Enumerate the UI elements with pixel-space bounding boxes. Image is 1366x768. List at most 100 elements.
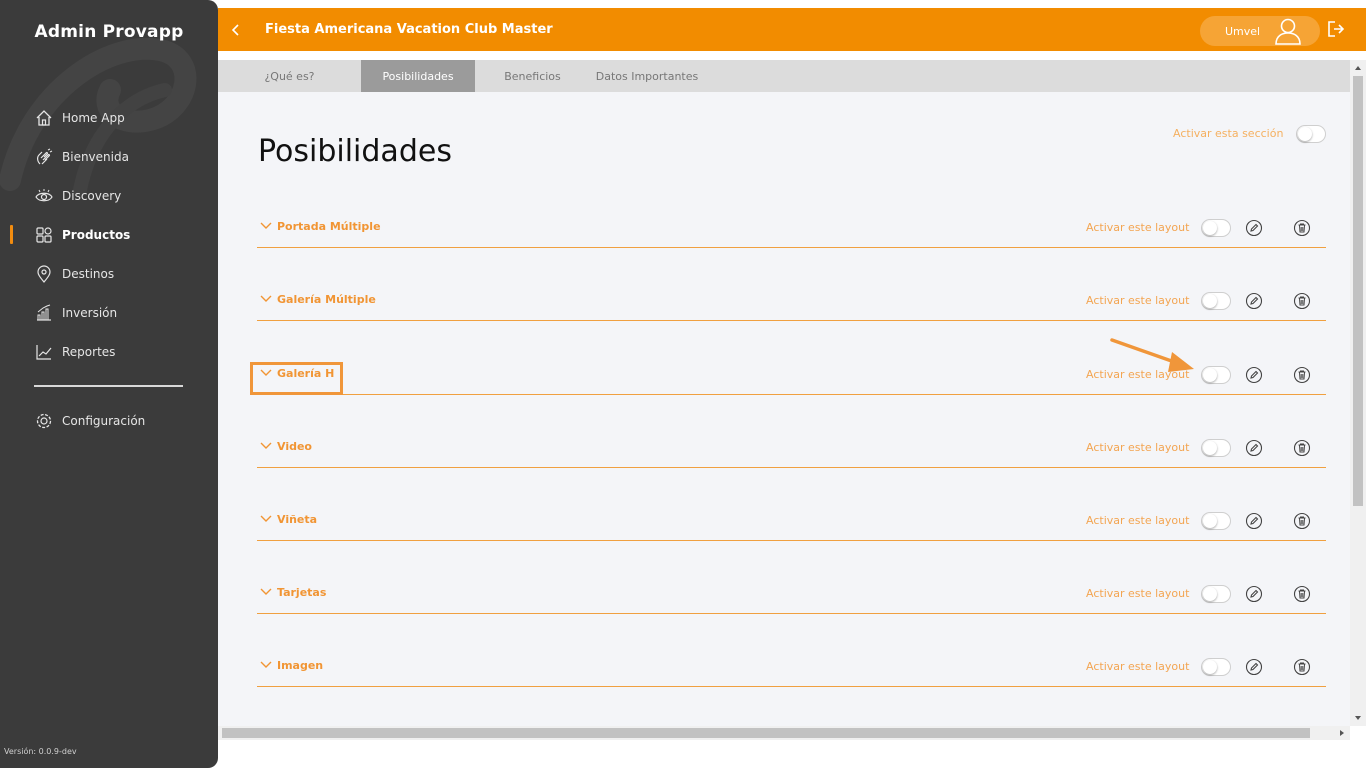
horizontal-scroll-thumb[interactable] xyxy=(222,728,1310,738)
layout-toggle-label: Activar este layout xyxy=(1086,660,1190,673)
location-pin-icon xyxy=(34,264,54,284)
layout-name[interactable]: Viñeta xyxy=(277,513,317,526)
layout-toggle-label: Activar este layout xyxy=(1086,294,1190,307)
layout-toggle[interactable] xyxy=(1201,585,1231,603)
edit-pencil-icon[interactable] xyxy=(1245,366,1263,384)
sidebar-divider xyxy=(34,385,183,387)
tab-que-es[interactable]: ¿Qué es? xyxy=(218,60,361,92)
bottom-area xyxy=(218,740,1366,768)
layout-toggle[interactable] xyxy=(1201,292,1231,310)
trash-icon[interactable] xyxy=(1293,366,1311,384)
chevron-down-icon[interactable] xyxy=(260,588,272,596)
tab-bar: ¿Qué es? Posibilidades Beneficios Datos … xyxy=(218,60,1350,92)
bar-chart-icon xyxy=(34,303,54,323)
sidebar-item-bienvenida[interactable]: Bienvenida xyxy=(0,137,218,176)
sidebar-nav: Home App Bienvenida Discovery Productos … xyxy=(0,98,218,440)
trash-icon[interactable] xyxy=(1293,658,1311,676)
sidebar-item-label: Productos xyxy=(62,227,131,242)
sidebar-item-home-app[interactable]: Home App xyxy=(0,98,218,137)
chevron-down-icon[interactable] xyxy=(260,442,272,450)
user-avatar-icon xyxy=(1275,18,1301,45)
chevron-down-icon[interactable] xyxy=(260,661,272,669)
page-header-title: Fiesta Americana Vacation Club Master xyxy=(265,22,553,37)
wave-hand-icon xyxy=(34,147,54,167)
layout-toggle[interactable] xyxy=(1201,366,1231,384)
chevron-down-icon[interactable] xyxy=(260,222,272,230)
layout-toggle-label: Activar este layout xyxy=(1086,368,1190,381)
sidebar-item-reportes[interactable]: Reportes xyxy=(0,332,218,371)
layout-row: Imagen Activar este layout xyxy=(257,647,1326,687)
edit-pencil-icon[interactable] xyxy=(1245,439,1263,457)
tab-datos-importantes[interactable]: Datos Importantes xyxy=(590,60,704,92)
layout-toggle-label: Activar este layout xyxy=(1086,587,1190,600)
trash-icon[interactable] xyxy=(1293,439,1311,457)
layout-row: Portada Múltiple Activar este layout xyxy=(257,208,1326,248)
layout-row: Viñeta Activar este layout xyxy=(257,501,1326,541)
section-toggle-label: Activar esta sección xyxy=(1173,127,1284,140)
version-label: Versión: 0.0.9-dev xyxy=(4,747,77,756)
sidebar-item-configuracion[interactable]: Configuración xyxy=(0,401,218,440)
line-chart-icon xyxy=(34,342,54,362)
chevron-down-icon[interactable] xyxy=(260,369,272,377)
sidebar-item-label: Discovery xyxy=(62,188,122,203)
edit-pencil-icon[interactable] xyxy=(1245,585,1263,603)
edit-pencil-icon[interactable] xyxy=(1245,512,1263,530)
brand-title: Admin Provapp xyxy=(34,22,184,42)
edit-pencil-icon[interactable] xyxy=(1245,219,1263,237)
scroll-up-icon[interactable] xyxy=(1354,64,1362,72)
layout-toggle[interactable] xyxy=(1201,219,1231,237)
layout-row: Tarjetas Activar este layout xyxy=(257,574,1326,614)
chevron-left-icon xyxy=(231,23,239,36)
scroll-down-icon[interactable] xyxy=(1354,714,1362,722)
chevron-down-icon[interactable] xyxy=(260,295,272,303)
vertical-scrollbar[interactable] xyxy=(1350,60,1366,726)
sidebar-item-destinos[interactable]: Destinos xyxy=(0,254,218,293)
user-menu-button[interactable]: Umvel xyxy=(1200,16,1320,46)
layout-toggle[interactable] xyxy=(1201,512,1231,530)
sidebar-item-label: Reportes xyxy=(62,344,116,359)
layout-toggle[interactable] xyxy=(1201,658,1231,676)
sidebar-item-label: Configuración xyxy=(62,413,146,428)
section-toggle[interactable] xyxy=(1296,125,1326,143)
layout-name[interactable]: Video xyxy=(277,440,312,453)
logout-icon[interactable] xyxy=(1326,19,1346,39)
scroll-right-icon[interactable] xyxy=(1338,729,1346,737)
layout-name[interactable]: Galería Múltiple xyxy=(277,293,376,306)
trash-icon[interactable] xyxy=(1293,512,1311,530)
sidebar: Admin Provapp Home App Bienvenida Discov… xyxy=(0,0,218,768)
home-icon xyxy=(34,108,54,128)
top-header: Fiesta Americana Vacation Club Master Um… xyxy=(218,8,1366,51)
trash-icon[interactable] xyxy=(1293,292,1311,310)
edit-pencil-icon[interactable] xyxy=(1245,292,1263,310)
layout-row: Galería H Activar este layout xyxy=(257,355,1326,395)
vertical-scroll-thumb[interactable] xyxy=(1353,76,1363,506)
main-content: Posibilidades Activar esta sección Porta… xyxy=(218,92,1350,726)
layout-name[interactable]: Portada Múltiple xyxy=(277,220,381,233)
sidebar-item-productos[interactable]: Productos xyxy=(0,215,218,254)
tab-beneficios[interactable]: Beneficios xyxy=(475,60,590,92)
sidebar-item-label: Destinos xyxy=(62,266,115,281)
sidebar-item-discovery[interactable]: Discovery xyxy=(0,176,218,215)
layout-toggle-label: Activar este layout xyxy=(1086,441,1190,454)
sidebar-item-label: Home App xyxy=(62,110,125,125)
trash-icon[interactable] xyxy=(1293,585,1311,603)
tab-posibilidades[interactable]: Posibilidades xyxy=(361,60,475,92)
layout-name[interactable]: Galería H xyxy=(277,367,334,380)
chevron-down-icon[interactable] xyxy=(260,515,272,523)
page-title: Posibilidades xyxy=(258,134,452,169)
grid-icon xyxy=(34,225,54,245)
horizontal-scrollbar[interactable] xyxy=(218,726,1350,740)
trash-icon[interactable] xyxy=(1293,219,1311,237)
sidebar-item-inversion[interactable]: Inversión xyxy=(0,293,218,332)
layout-name[interactable]: Tarjetas xyxy=(277,586,326,599)
layout-row: Video Activar este layout xyxy=(257,428,1326,468)
layout-name[interactable]: Imagen xyxy=(277,659,323,672)
layout-row: Galería Múltiple Activar este layout xyxy=(257,281,1326,321)
back-button[interactable] xyxy=(218,8,254,51)
layout-toggle-label: Activar este layout xyxy=(1086,514,1190,527)
gear-icon xyxy=(34,411,54,431)
eye-icon xyxy=(34,186,54,206)
edit-pencil-icon[interactable] xyxy=(1245,658,1263,676)
sidebar-item-label: Bienvenida xyxy=(62,149,129,164)
layout-toggle[interactable] xyxy=(1201,439,1231,457)
